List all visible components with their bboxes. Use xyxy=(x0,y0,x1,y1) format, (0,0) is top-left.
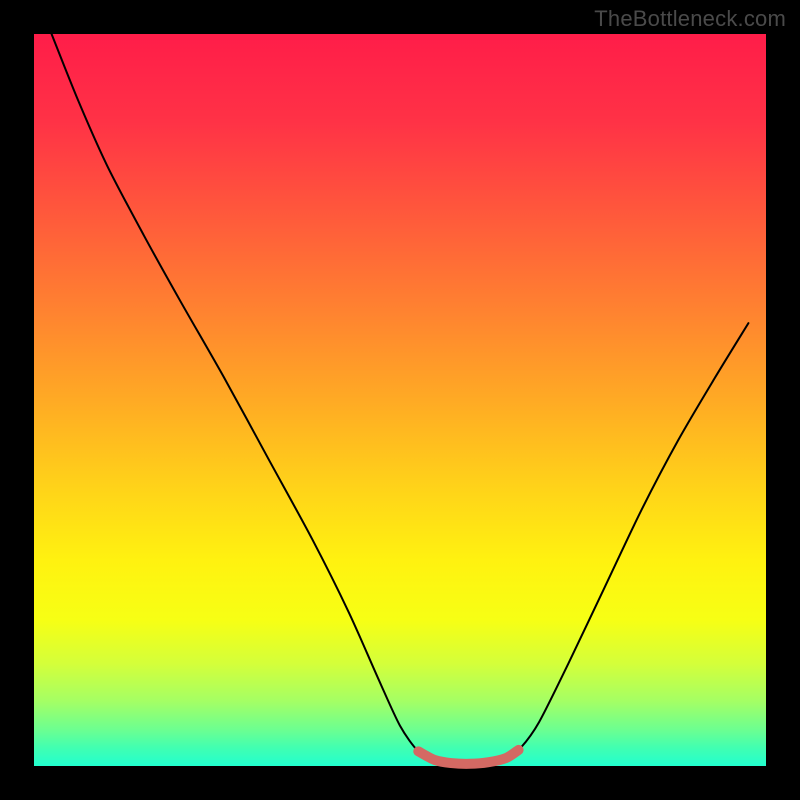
gradient-plot-background xyxy=(34,34,766,766)
bottleneck-curve-chart xyxy=(0,0,800,800)
chart-container: TheBottleneck.com xyxy=(0,0,800,800)
watermark-text: TheBottleneck.com xyxy=(594,6,786,32)
